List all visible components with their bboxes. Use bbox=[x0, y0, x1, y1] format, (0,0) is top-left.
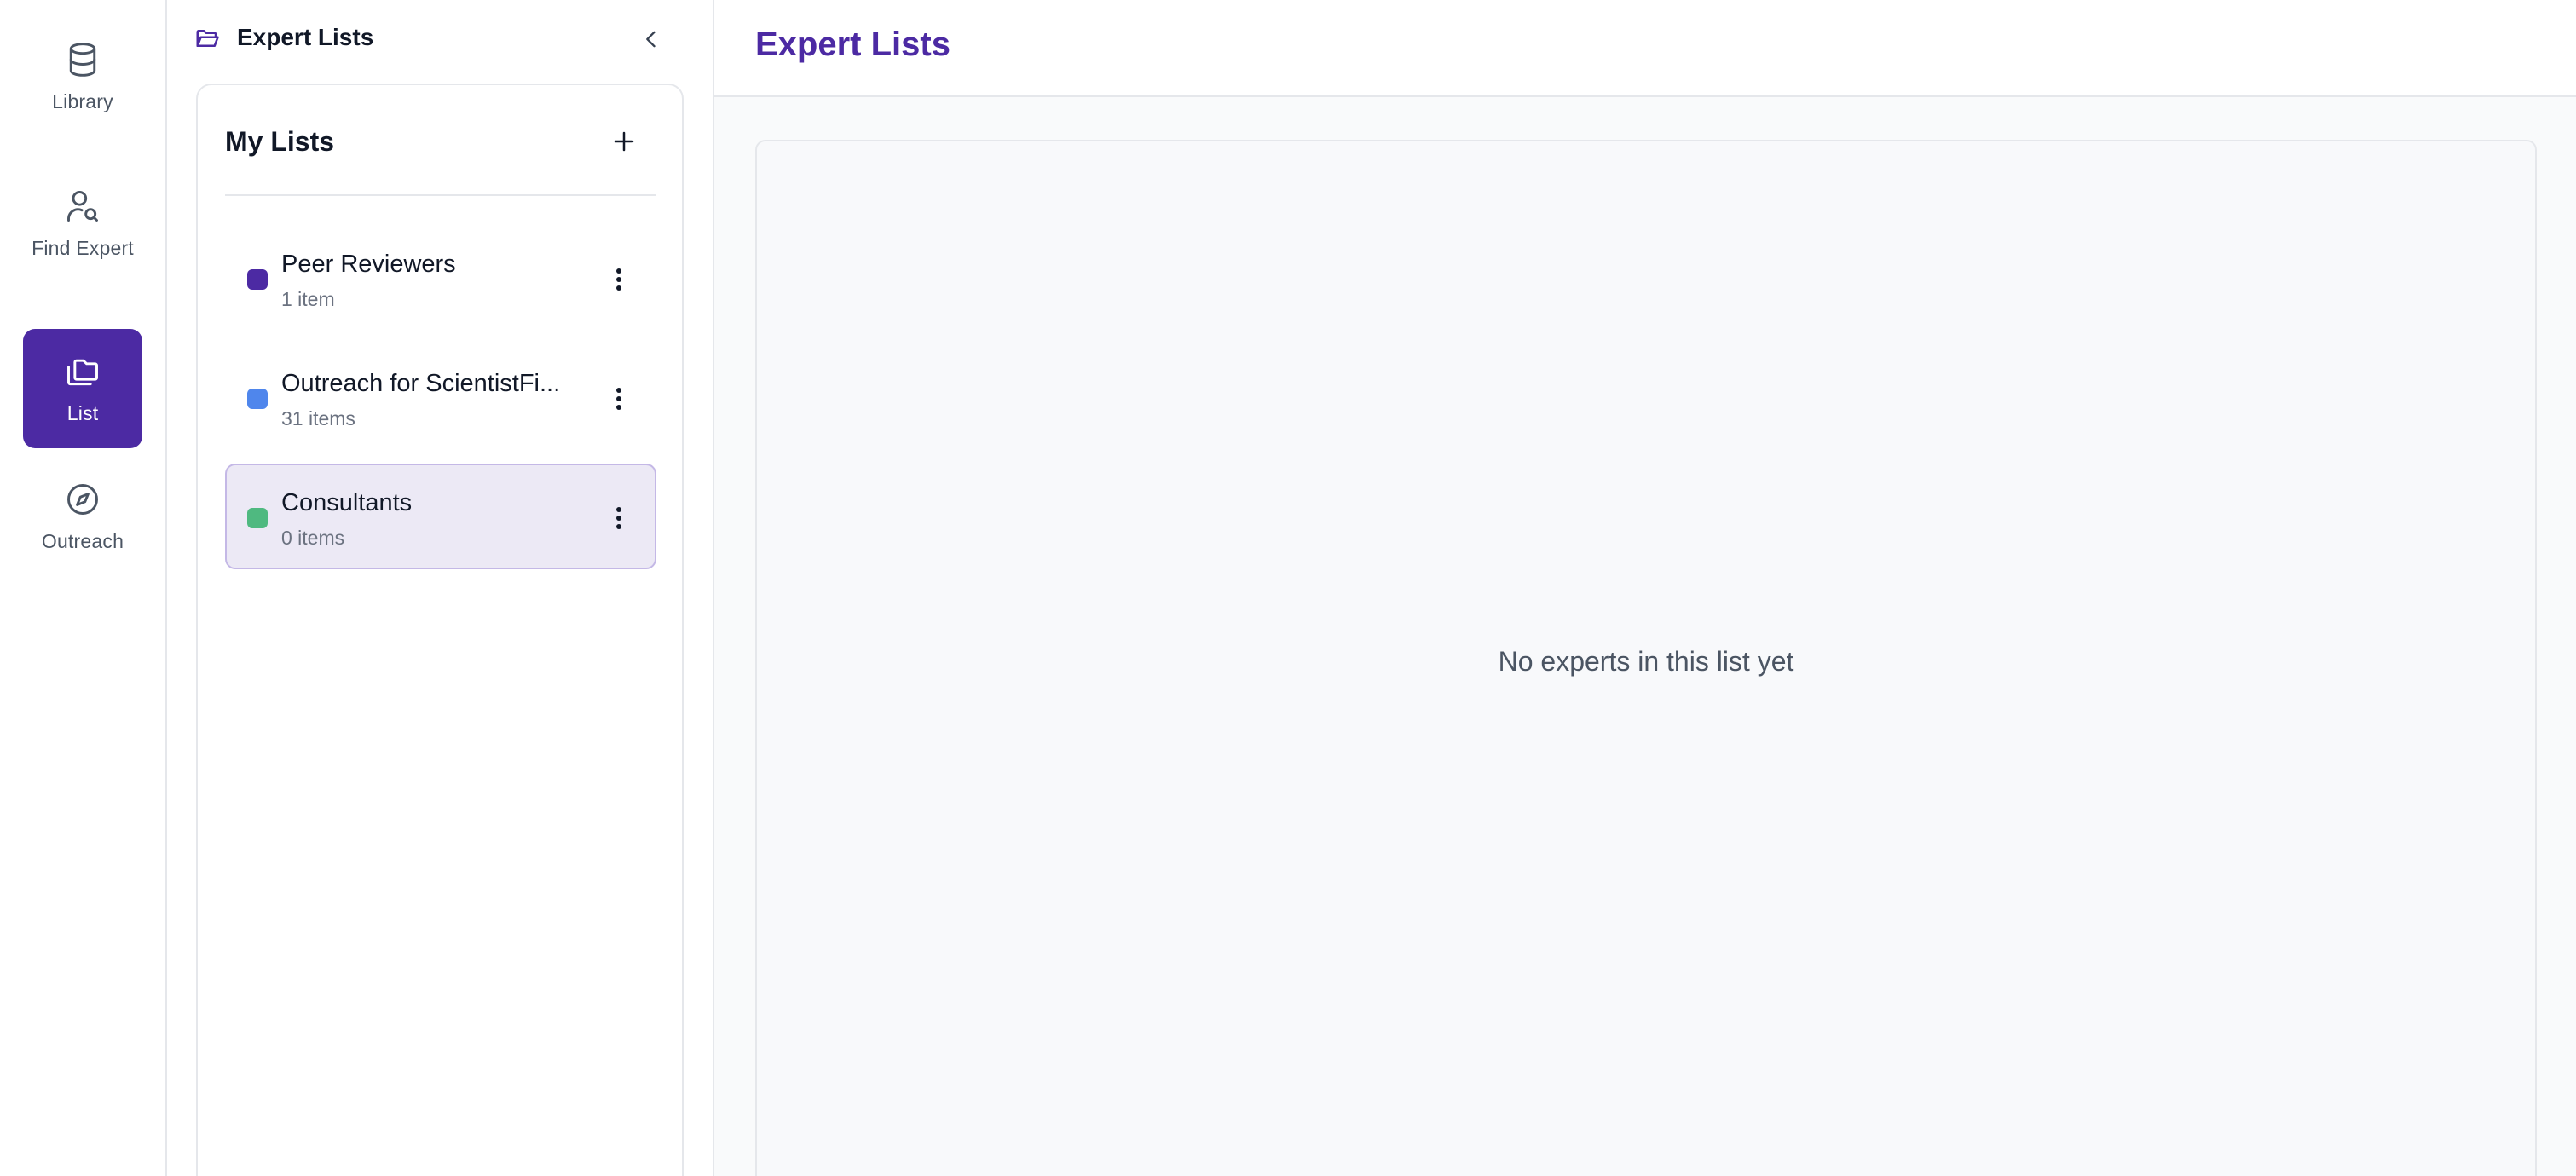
panel-title: Expert Lists bbox=[237, 24, 374, 50]
page-title: Expert Lists bbox=[755, 26, 950, 63]
list-color-swatch bbox=[247, 269, 268, 290]
compass-icon bbox=[67, 483, 98, 515]
list-item-outreach[interactable]: Outreach for ScientistFi... 31 items bbox=[225, 344, 656, 450]
list-count: 31 items bbox=[281, 407, 355, 429]
divider bbox=[225, 194, 656, 196]
chevron-left-icon bbox=[646, 31, 656, 48]
list-count: 0 items bbox=[281, 527, 345, 549]
experts-list-area: No experts in this list yet bbox=[755, 140, 2537, 1176]
more-vertical-icon bbox=[616, 268, 621, 291]
list-color-swatch bbox=[247, 389, 268, 409]
my-lists-title: My Lists bbox=[225, 126, 335, 157]
main-content: Expert Lists No experts in this list yet bbox=[714, 0, 2576, 1176]
list-name: Outreach for ScientistFi... bbox=[281, 370, 561, 397]
folder-open-icon bbox=[196, 30, 219, 47]
nav-item-list[interactable]: List bbox=[23, 329, 142, 448]
nav-item-label: List bbox=[66, 401, 99, 424]
database-icon bbox=[69, 42, 96, 77]
nav-item-find-expert[interactable]: Find Expert bbox=[23, 164, 142, 283]
list-item-peer-reviewers[interactable]: Peer Reviewers 1 item bbox=[225, 225, 656, 331]
more-vertical-icon bbox=[616, 388, 621, 410]
empty-state-message: No experts in this list yet bbox=[1498, 646, 1794, 677]
list-more-button[interactable] bbox=[600, 498, 638, 539]
list-color-swatch bbox=[247, 508, 268, 528]
panel-header: Expert Lists bbox=[167, 0, 713, 78]
main-header: Expert Lists bbox=[714, 0, 2576, 97]
add-list-button[interactable] bbox=[604, 121, 644, 162]
list-item-consultants[interactable]: Consultants 0 items bbox=[225, 464, 656, 569]
my-lists-header: My Lists bbox=[198, 85, 682, 196]
list-more-button[interactable] bbox=[600, 378, 638, 419]
list-name: Peer Reviewers bbox=[281, 251, 456, 278]
user-search-icon bbox=[67, 190, 98, 222]
folders-icon bbox=[67, 359, 98, 385]
nav-item-label: Library bbox=[52, 89, 113, 112]
my-lists-card: My Lists Peer Reviewers 1 item Outreach … bbox=[196, 84, 684, 1176]
nav-item-outreach[interactable]: Outreach bbox=[23, 457, 142, 576]
list-more-button[interactable] bbox=[600, 259, 638, 300]
list-count: 1 item bbox=[281, 288, 335, 310]
nav-item-label: Outreach bbox=[41, 529, 124, 552]
nav-item-label: Find Expert bbox=[32, 236, 134, 259]
plus-icon bbox=[614, 131, 634, 152]
collapse-panel-button[interactable] bbox=[634, 22, 668, 56]
nav-item-library[interactable]: Library bbox=[23, 17, 142, 136]
app: Library Find Expert List Outreach Expert… bbox=[0, 0, 2576, 1176]
more-vertical-icon bbox=[616, 507, 621, 529]
list-name: Consultants bbox=[281, 489, 413, 516]
nav-rail: Library Find Expert List Outreach bbox=[0, 0, 167, 1176]
lists-panel: Expert Lists My Lists Peer Reviewers 1 i… bbox=[167, 0, 714, 1176]
